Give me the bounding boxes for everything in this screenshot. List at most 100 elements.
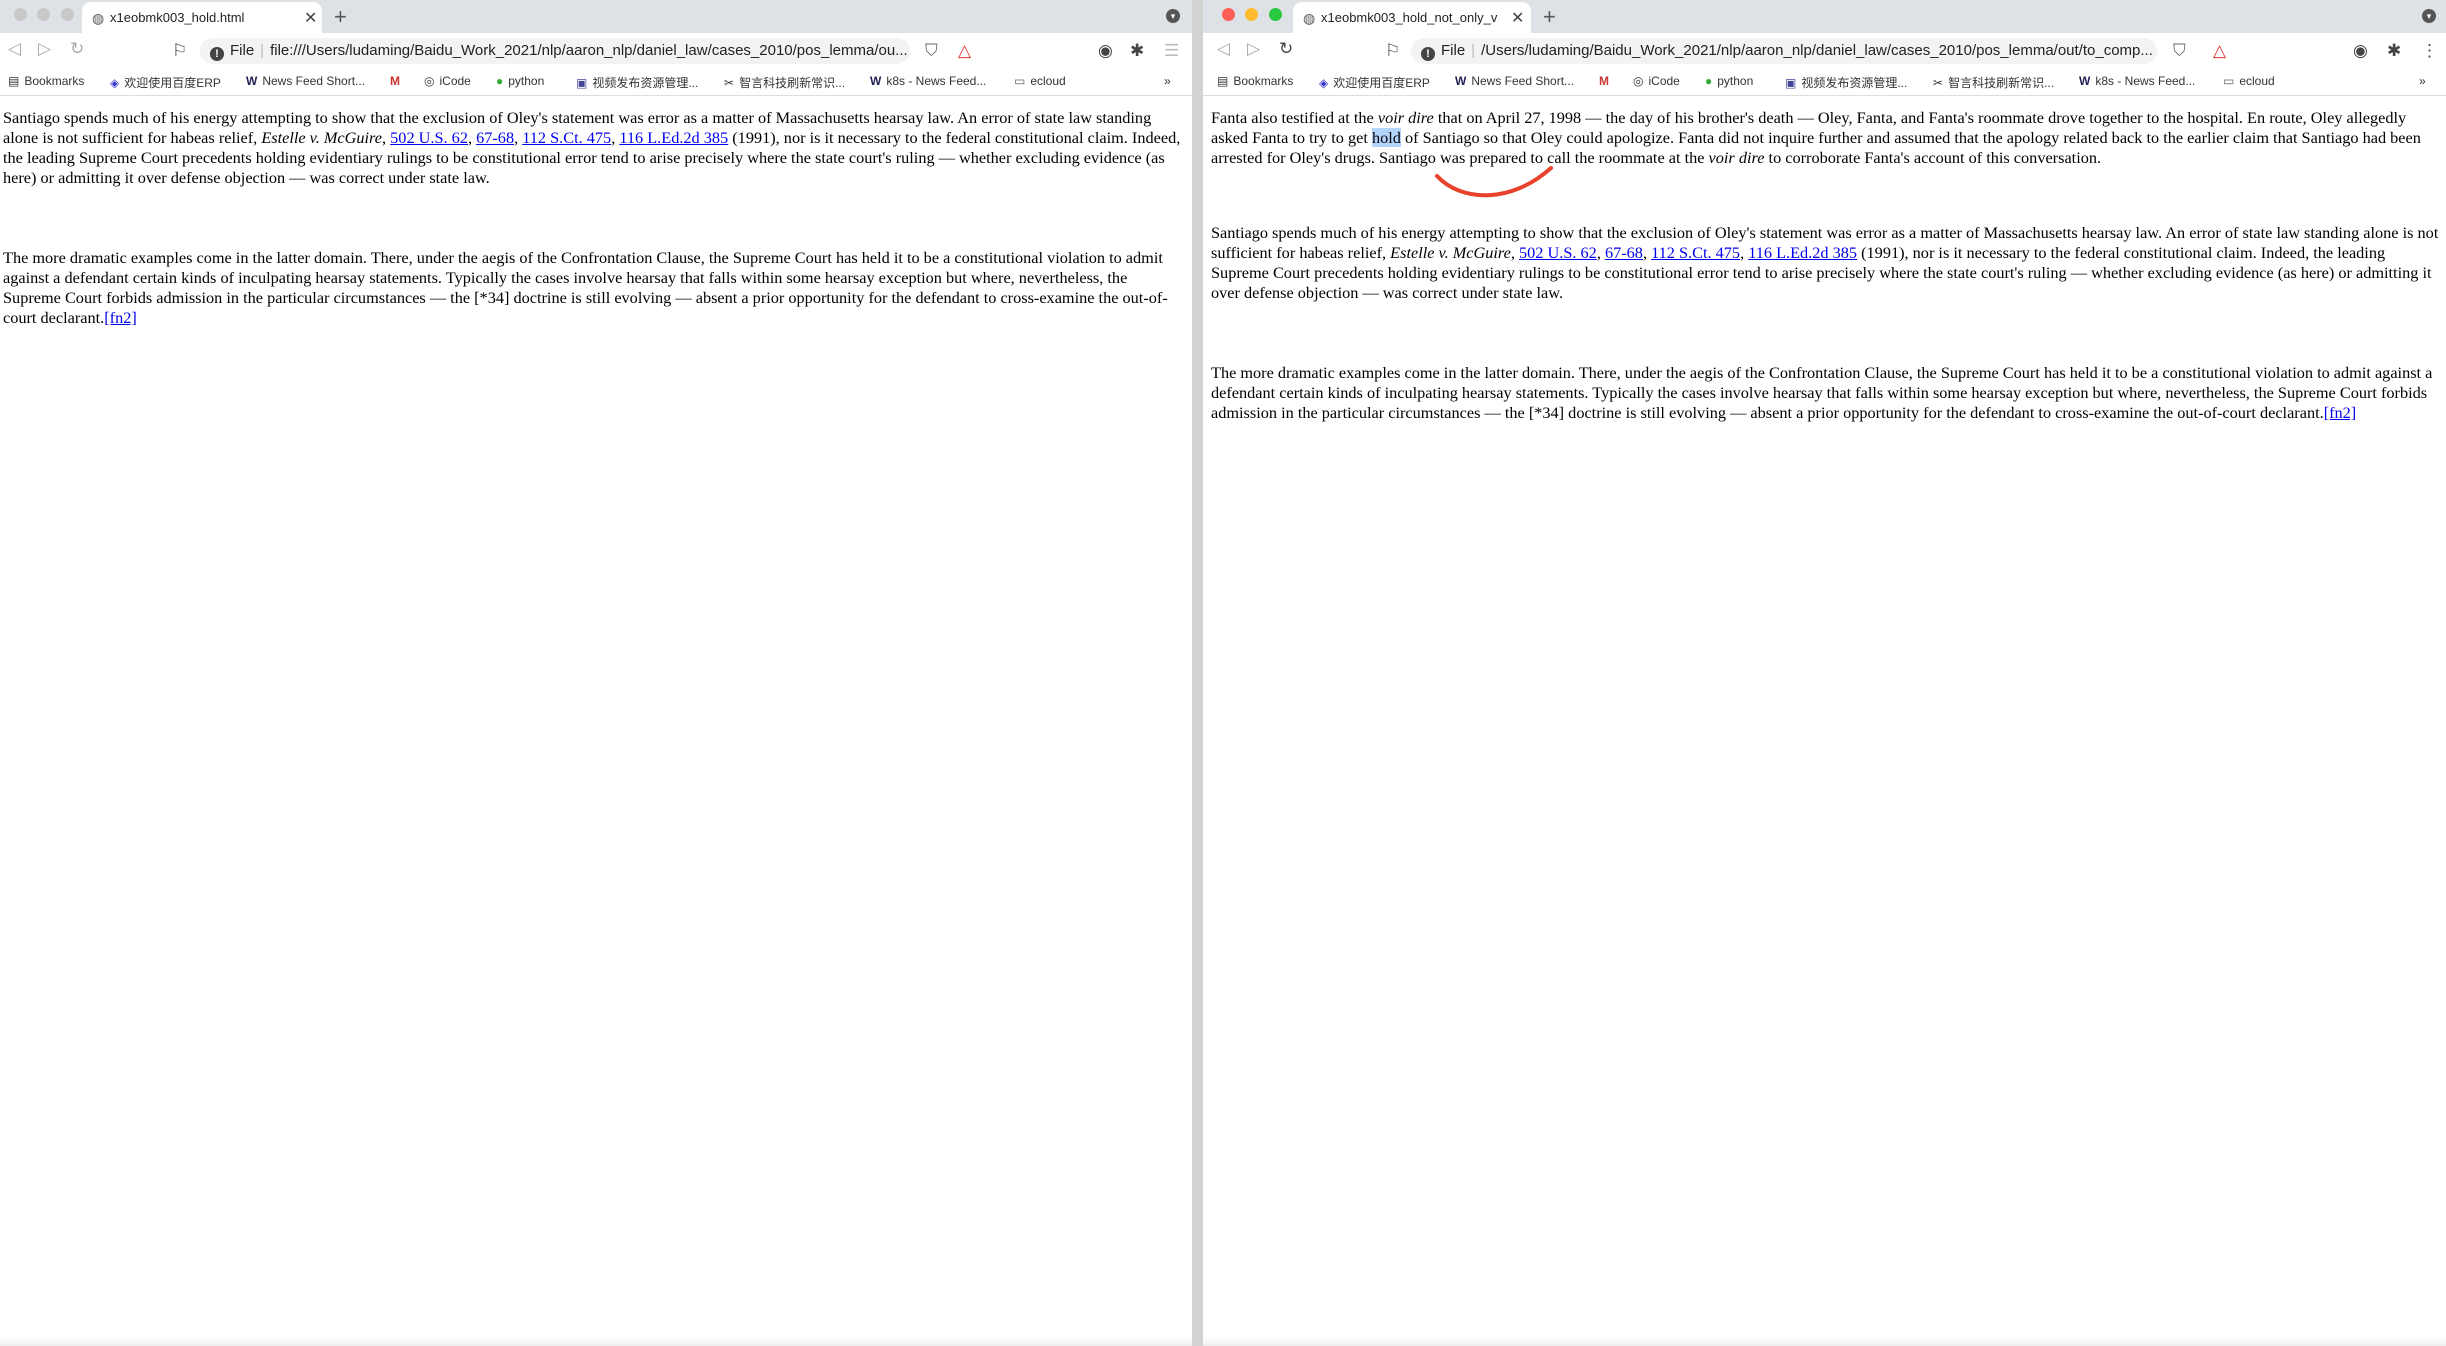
reload-button[interactable]: ↻ xyxy=(1279,39,1293,59)
close-tab-icon[interactable]: ✕ xyxy=(1511,8,1524,28)
baidu-icon: ◈ xyxy=(1319,76,1329,90)
back-button[interactable]: ◁ xyxy=(1217,39,1230,59)
bookmarks-bar: ▤ Bookmarks ◈ 欢迎使用百度ERP W News Feed Short..… xyxy=(0,69,1192,96)
w-icon: W xyxy=(1455,74,1467,88)
python-icon: ● xyxy=(496,74,504,88)
page-content: Santiago spends much of his energy attem… xyxy=(3,108,1187,388)
extensions-puzzle-icon[interactable]: ✱ xyxy=(1130,41,1144,61)
address-bar[interactable]: ! File |/Users/ludaming/Baidu_Work_2021/nl… xyxy=(1411,38,2157,64)
forward-button[interactable]: ▷ xyxy=(38,39,51,59)
bookmark-item[interactable]: W News Feed Short... xyxy=(1455,74,1574,88)
bookmark-item[interactable]: ◈ 欢迎使用百度ERP xyxy=(1319,74,1430,91)
python-icon: ● xyxy=(1705,74,1713,88)
bookmark-item[interactable]: ▭ ecloud xyxy=(1014,74,1066,88)
brave-shield-icon[interactable]: ⛉ xyxy=(2173,41,2186,61)
scissors-icon: ✂ xyxy=(1933,76,1944,90)
w-icon: W xyxy=(870,74,882,88)
bookmark-page-icon[interactable]: ⚐ xyxy=(1385,41,1400,61)
menu-icon[interactable]: ☰ xyxy=(1164,41,1179,61)
close-window-button[interactable] xyxy=(14,8,27,21)
back-button[interactable]: ◁ xyxy=(8,39,21,59)
bookmark-item[interactable]: ◈ 欢迎使用百度ERP xyxy=(110,74,221,91)
maximize-window-button[interactable] xyxy=(1268,8,1282,21)
address-scheme: File xyxy=(1441,42,1466,59)
window-divider xyxy=(1192,0,1203,1346)
bookmark-page-icon[interactable]: ⚐ xyxy=(172,41,187,61)
bookmark-item[interactable]: ✂ 智言科技刷新常识... xyxy=(724,74,845,91)
address-scheme: File xyxy=(230,42,255,59)
window-controls xyxy=(14,8,80,26)
citation-link[interactable]: 112 S.Ct. 475 xyxy=(1651,243,1740,262)
bookmarks-overflow-button[interactable]: » xyxy=(2419,74,2426,88)
bookmark-item[interactable]: ▣ 视频发布资源管理... xyxy=(576,74,698,91)
bookmark-item[interactable]: ● python xyxy=(1705,74,1753,88)
bookmark-item[interactable]: Wk8s - News Feed... xyxy=(2079,74,2195,88)
citation-link[interactable]: 116 L.Ed.2d 385 xyxy=(619,128,728,147)
bookmark-item[interactable]: ▤ Bookmarks xyxy=(8,74,84,88)
bookmark-item[interactable]: ◎ iCode xyxy=(424,74,471,88)
bookmarks-overflow-button[interactable]: » xyxy=(1164,74,1171,88)
tab-active[interactable]: ◍ x1eobmk003_hold.html ✕ xyxy=(82,2,322,33)
maximize-window-button[interactable] xyxy=(60,8,74,21)
tab-search-icon[interactable]: ▾ xyxy=(2422,9,2436,23)
citation-link[interactable]: 67-68 xyxy=(476,128,514,147)
citation-link[interactable]: 67-68 xyxy=(1605,243,1643,262)
bookmark-item[interactable]: ● python xyxy=(496,74,544,88)
footnote-link[interactable]: [fn2] xyxy=(2324,403,2357,422)
globe-icon: ◍ xyxy=(1303,10,1316,26)
icode-icon: ◎ xyxy=(424,74,435,88)
brave-shield-icon[interactable]: ⛉ xyxy=(925,41,938,61)
bookmark-item[interactable]: ▤ Bookmarks xyxy=(1217,74,1293,88)
globe-icon: ◍ xyxy=(92,10,105,26)
annotation-underline-stroke xyxy=(1435,166,1553,198)
address-url: file:///Users/ludaming/Baidu_Work_2021/n… xyxy=(270,42,908,59)
bookmark-item[interactable]: ✂ 智言科技刷新常识... xyxy=(1933,74,2054,91)
minimize-window-button[interactable] xyxy=(1245,8,1259,21)
menu-icon[interactable]: ⋮ xyxy=(2421,41,2438,61)
w-icon: W xyxy=(246,74,258,88)
new-tab-button[interactable]: + xyxy=(1543,4,1556,30)
footnote-link[interactable]: [fn2] xyxy=(104,308,137,327)
w-icon: W xyxy=(2079,74,2091,88)
scissors-icon: ✂ xyxy=(724,76,735,90)
extension-icon[interactable]: ◉ xyxy=(2353,41,2368,61)
citation-link[interactable]: 502 U.S. 62 xyxy=(390,128,468,147)
citation-link[interactable]: 112 S.Ct. 475 xyxy=(522,128,611,147)
tab-search-icon[interactable]: ▾ xyxy=(1166,9,1180,23)
address-url: /Users/ludaming/Baidu_Work_2021/nlp/aaro… xyxy=(1481,42,2153,59)
address-bar[interactable]: ! File | file:///Users/ludaming/Baidu_Work_… xyxy=(200,38,910,64)
citation-link[interactable]: 116 L.Ed.2d 385 xyxy=(1748,243,1857,262)
forward-button[interactable]: ▷ xyxy=(1247,39,1260,59)
tab-active[interactable]: ◍ x1eobmk003_hold_not_only_v ✕ xyxy=(1293,2,1531,33)
bookmark-item[interactable]: ◎ iCode xyxy=(1633,74,1680,88)
extensions-puzzle-icon[interactable]: ✱ xyxy=(2387,41,2401,61)
paragraph: The more dramatic examples come in the l… xyxy=(1211,363,2433,422)
case-name: Estelle v. McGuire xyxy=(1390,243,1511,262)
gmail-icon: M xyxy=(1599,74,1609,88)
minimize-window-button[interactable] xyxy=(37,8,51,21)
bookmark-item[interactable]: W News Feed Short... xyxy=(246,74,365,88)
brave-rewards-icon[interactable]: △ xyxy=(2213,41,2226,61)
bookmark-item[interactable]: ▣ 视频发布资源管理... xyxy=(1785,74,1907,91)
left-browser-window: ◍ x1eobmk003_hold.html ✕ + ▾ ◁ ▷ ↻ ⚐ ! Fi… xyxy=(0,0,1192,1346)
bookmark-item[interactable]: ▭ ecloud xyxy=(2223,74,2275,88)
window-controls xyxy=(1222,8,1288,26)
bookmark-item[interactable]: M xyxy=(1599,74,1614,88)
selected-word-highlight: hold xyxy=(1371,128,1401,147)
info-icon: ! xyxy=(210,47,224,61)
right-browser-window: ◍ x1eobmk003_hold_not_only_v ✕ + ▾ ◁ ▷ ↻… xyxy=(1203,0,2446,1346)
close-window-button[interactable] xyxy=(1222,8,1235,21)
bookmark-item[interactable]: Wk8s - News Feed... xyxy=(870,74,986,88)
reload-button[interactable]: ↻ xyxy=(70,39,84,59)
folder-icon: ▭ xyxy=(2223,74,2235,88)
page-content: Fanta also testified at the voir dire th… xyxy=(1211,108,2442,483)
paragraph: Santiago spends much of his energy attem… xyxy=(3,108,1181,187)
brave-rewards-icon[interactable]: △ xyxy=(958,41,971,61)
citation-link[interactable]: 502 U.S. 62 xyxy=(1519,243,1597,262)
new-tab-button[interactable]: + xyxy=(334,4,347,30)
close-tab-icon[interactable]: ✕ xyxy=(304,8,317,28)
extension-icon[interactable]: ◉ xyxy=(1098,41,1113,61)
bookmark-item[interactable]: M xyxy=(390,74,405,88)
case-name: Estelle v. McGuire xyxy=(261,128,383,147)
baidu-icon: ◈ xyxy=(110,76,120,90)
